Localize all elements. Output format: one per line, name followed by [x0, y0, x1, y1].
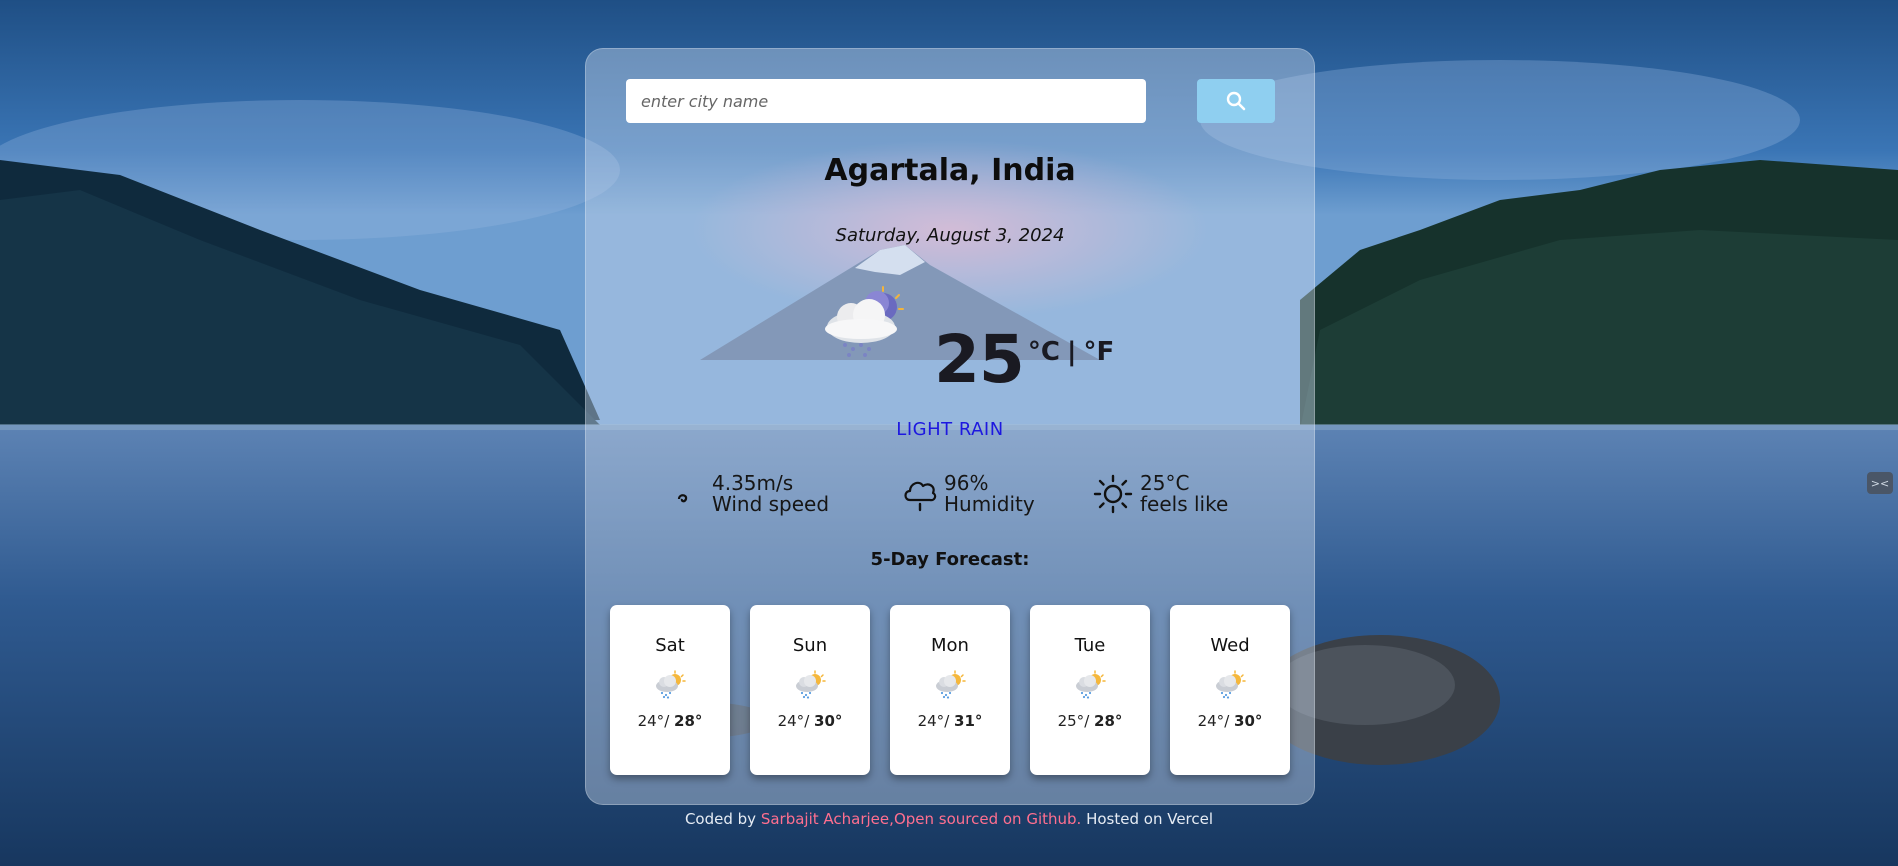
- forecast-temp-range: 24°/ 30°: [778, 712, 843, 730]
- humidity-cloud-icon: [904, 481, 937, 512]
- github-link[interactable]: Open sourced on Github.: [894, 810, 1081, 828]
- forecast-temp-separator: /: [1084, 712, 1090, 730]
- forecast-day-card: Sat 24°/ 28°: [610, 605, 730, 775]
- temperature-value: 25: [934, 321, 1025, 398]
- weather-condition: LIGHT RAIN: [896, 419, 1004, 440]
- search-button[interactable]: [1197, 79, 1275, 123]
- forecast-max-temp: 28°: [1094, 712, 1123, 730]
- sun-cloud-rain-icon: [1215, 670, 1246, 700]
- wind-speed-label: Wind speed: [712, 492, 830, 516]
- wind-detail: 4.35m/s Wind speed: [676, 473, 829, 515]
- forecast-temp-separator: /: [1224, 712, 1230, 730]
- forecast-day-name: Mon: [931, 635, 969, 656]
- humidity-value: 96%: [944, 471, 989, 495]
- feels-like-detail: 25°C feels like: [1092, 473, 1228, 515]
- forecast-min-temp: 24°: [777, 712, 805, 730]
- sun-icon: [1093, 474, 1133, 514]
- cloud-moon-rain-icon: [825, 286, 904, 357]
- footer-prefix: Coded by: [684, 810, 757, 828]
- feels-like-label: feels like: [1140, 492, 1229, 516]
- forecast-day-card: Tue 25°/ 28°: [1030, 605, 1150, 775]
- author-link[interactable]: Sarbajit Acharjee: [761, 810, 889, 828]
- current-temperature: 25 °C | °F: [934, 327, 1114, 393]
- forecast-temp-separator: /: [944, 712, 950, 730]
- forecast-day-card: Sun 24°/ 30°: [750, 605, 870, 775]
- forecast-title: 5-Day Forecast:: [870, 549, 1030, 570]
- forecast-temp-range: 24°/ 31°: [918, 712, 983, 730]
- sun-cloud-rain-icon: [655, 670, 686, 700]
- search-icon: [1226, 91, 1246, 111]
- humidity-detail: 96% Humidity: [902, 473, 1035, 515]
- forecast-day-name: Tue: [1074, 635, 1106, 656]
- forecast-min-temp: 24°: [1197, 712, 1225, 730]
- unit-separator: |: [1066, 337, 1077, 367]
- city-name: Agartala, India: [824, 153, 1076, 188]
- celsius-unit-link[interactable]: °C: [1028, 337, 1060, 367]
- forecast-min-temp: 24°: [637, 712, 665, 730]
- forecast-max-temp: 30°: [1234, 712, 1263, 730]
- sun-cloud-rain-icon: [935, 670, 966, 700]
- side-widget-icon[interactable]: ><: [1867, 472, 1893, 494]
- forecast-temp-range: 24°/ 28°: [638, 712, 703, 730]
- forecast-temp-range: 24°/ 30°: [1198, 712, 1263, 730]
- forecast-max-temp: 28°: [674, 712, 703, 730]
- forecast-day-name: Sat: [655, 635, 685, 656]
- wind-speed-value: 4.35m/s: [712, 471, 794, 495]
- city-search-input[interactable]: [626, 79, 1146, 123]
- forecast-list: Sat 24°/ 28° Sun 24°/ 30° Mon 24°/ 31° T…: [610, 605, 1292, 777]
- sun-cloud-rain-icon: [795, 670, 826, 700]
- forecast-min-temp: 25°: [1057, 712, 1085, 730]
- wind-icon: [677, 494, 688, 503]
- weather-card: Agartala, India Saturday, August 3, 2024…: [585, 48, 1315, 805]
- forecast-day-card: Wed 24°/ 30°: [1170, 605, 1290, 775]
- forecast-temp-separator: /: [664, 712, 670, 730]
- humidity-label: Humidity: [944, 492, 1035, 516]
- footer: Coded by Sarbajit Acharjee,Open sourced …: [0, 810, 1898, 828]
- forecast-day-name: Sun: [792, 635, 828, 656]
- fahrenheit-unit-link[interactable]: °F: [1083, 337, 1114, 367]
- unit-toggle: °C | °F: [1028, 337, 1114, 367]
- forecast-day-name: Wed: [1210, 635, 1250, 656]
- sun-cloud-rain-icon: [1075, 670, 1106, 700]
- forecast-temp-range: 25°/ 28°: [1058, 712, 1123, 730]
- feels-like-value: 25°C: [1140, 471, 1190, 495]
- current-date: Saturday, August 3, 2024: [835, 225, 1065, 246]
- forecast-temp-separator: /: [804, 712, 810, 730]
- forecast-min-temp: 24°: [917, 712, 945, 730]
- hosted-text: Hosted on Vercel: [1086, 810, 1214, 828]
- forecast-day-card: Mon 24°/ 31°: [890, 605, 1010, 775]
- forecast-max-temp: 30°: [814, 712, 843, 730]
- forecast-max-temp: 31°: [954, 712, 983, 730]
